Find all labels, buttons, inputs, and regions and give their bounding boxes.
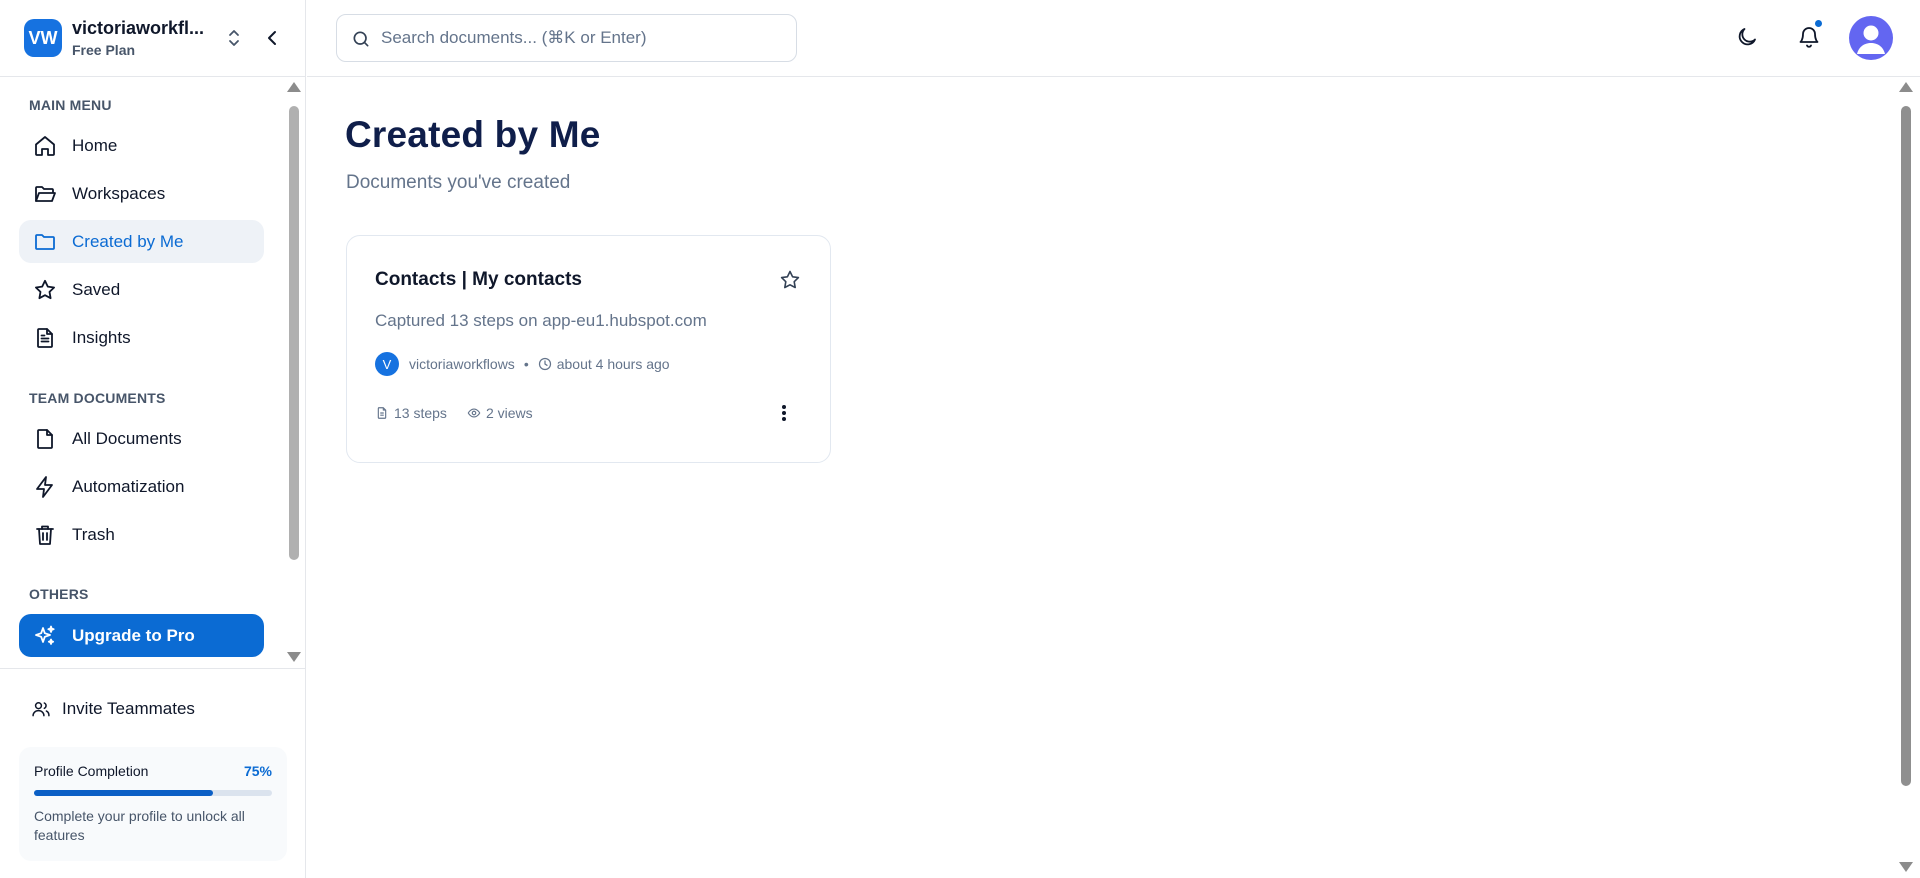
- sidebar-item-label: Workspaces: [72, 184, 166, 203]
- sparkles-icon: [35, 625, 55, 645]
- scroll-down-arrow[interactable]: [287, 652, 301, 662]
- sidebar-scrollbar[interactable]: [286, 82, 301, 664]
- scroll-up-arrow[interactable]: [1899, 82, 1913, 92]
- file-icon: [37, 429, 53, 449]
- moon-icon: [1738, 28, 1756, 46]
- sidebar-item-label: Saved: [72, 280, 121, 299]
- workspace-plan: Free Plan: [72, 42, 136, 58]
- chevrons-up-down-icon: [229, 30, 239, 46]
- page-title: Created by Me: [345, 114, 601, 155]
- search-icon: [353, 31, 369, 47]
- main-scrollbar[interactable]: [1898, 82, 1913, 878]
- search-box[interactable]: [336, 14, 797, 62]
- folder-icon: [35, 234, 55, 250]
- profile-completion-title: Profile Completion: [34, 763, 149, 779]
- section-label-main-menu: MAIN MENU: [29, 97, 112, 113]
- profile-progress-fill: [34, 790, 213, 796]
- chevron-left-icon: [268, 31, 276, 45]
- folder-open-icon: [35, 186, 56, 202]
- steps-count: 13 steps: [394, 405, 447, 421]
- sidebar-item-label: Created by Me: [72, 232, 184, 251]
- document-title[interactable]: Contacts | My contacts: [375, 269, 582, 291]
- sidebar-item-label: Automatization: [72, 477, 185, 496]
- home-icon: [35, 136, 55, 156]
- sidebar-item-label: Home: [72, 136, 118, 155]
- profile-completion-percent: 75%: [243, 763, 272, 779]
- scroll-down-arrow[interactable]: [1899, 862, 1913, 872]
- document-meta: V victoriaworkflows • about 4 hours ago: [375, 352, 670, 376]
- app: VW victoriaworkfl... Free Plan MAIN MENU…: [0, 0, 1920, 878]
- workspace-avatar[interactable]: VW: [24, 19, 62, 57]
- workspace-switcher-button[interactable]: [224, 26, 244, 50]
- notification-badge: [1814, 19, 1823, 28]
- document-card[interactable]: Contacts | My contacts Captured 13 steps…: [346, 235, 831, 463]
- sidebar: VW victoriaworkfl... Free Plan MAIN MENU…: [0, 0, 306, 878]
- save-document-button[interactable]: [778, 268, 802, 292]
- profile-progress-bar: [34, 790, 272, 796]
- author-name: victoriaworkflows: [409, 356, 515, 372]
- workspace-name[interactable]: victoriaworkfl...: [72, 18, 204, 39]
- author-avatar: V: [375, 352, 399, 376]
- document-more-button[interactable]: [774, 401, 794, 425]
- sidebar-nav: MAIN MENU Home Workspaces Created by Me …: [0, 78, 306, 668]
- zap-icon: [36, 476, 53, 498]
- star-icon: [35, 279, 55, 300]
- file-text-icon: [37, 328, 53, 348]
- sidebar-item-saved[interactable]: Saved: [19, 268, 264, 311]
- upgrade-to-pro-button[interactable]: Upgrade to Pro: [19, 614, 264, 657]
- scrollbar-thumb[interactable]: [1901, 106, 1911, 786]
- sidebar-item-all-documents[interactable]: All Documents: [19, 417, 264, 460]
- search-input[interactable]: [381, 15, 781, 61]
- sidebar-item-home[interactable]: Home: [19, 124, 264, 167]
- file-icon: [377, 407, 387, 419]
- sidebar-item-created-by-me[interactable]: Created by Me: [19, 220, 264, 263]
- scroll-up-arrow[interactable]: [287, 82, 301, 92]
- sidebar-item-automatization[interactable]: Automatization: [19, 465, 264, 508]
- section-label-others: OTHERS: [29, 586, 89, 602]
- sidebar-item-trash[interactable]: Trash: [19, 513, 264, 556]
- sidebar-item-label: All Documents: [72, 429, 182, 448]
- profile-completion-card[interactable]: Profile Completion 75% Complete your pro…: [19, 747, 287, 861]
- document-time: about 4 hours ago: [556, 356, 670, 372]
- user-icon: [1857, 25, 1885, 54]
- star-icon: [780, 270, 800, 289]
- section-label-team-documents: TEAM DOCUMENTS: [29, 390, 166, 406]
- views-count: 2 views: [485, 405, 533, 421]
- document-description: Captured 13 steps on app-eu1.hubspot.com: [375, 311, 707, 330]
- sidebar-item-insights[interactable]: Insights: [19, 316, 264, 359]
- bell-icon: [1799, 27, 1819, 48]
- sidebar-item-label: Insights: [72, 328, 131, 347]
- profile-completion-description: Complete your profile to unlock all feat…: [34, 808, 245, 843]
- scrollbar-thumb[interactable]: [289, 106, 299, 560]
- trash-icon: [36, 525, 54, 545]
- upgrade-label: Upgrade to Pro: [72, 626, 195, 645]
- user-avatar[interactable]: [1849, 16, 1893, 60]
- invite-label: Invite Teammates: [62, 699, 195, 718]
- document-stats: 13 steps 2 views: [375, 403, 533, 423]
- collapse-sidebar-button[interactable]: [262, 26, 284, 50]
- sidebar-item-workspaces[interactable]: Workspaces: [19, 172, 264, 215]
- meta-separator: •: [523, 356, 529, 372]
- theme-toggle-button[interactable]: [1731, 21, 1763, 53]
- workspace-header: VW victoriaworkfl... Free Plan: [0, 0, 306, 77]
- page-subtitle: Documents you've created: [346, 172, 571, 193]
- clock-icon: [538, 357, 551, 371]
- more-vertical-icon: [782, 405, 786, 421]
- topbar: [307, 0, 1920, 77]
- invite-teammates-button[interactable]: Invite Teammates: [19, 691, 264, 727]
- sidebar-item-label: Trash: [72, 525, 115, 544]
- eye-icon: [467, 408, 481, 418]
- users-icon: [32, 702, 50, 717]
- main-content: Created by Me Documents you've created C…: [307, 78, 1902, 878]
- notifications-button[interactable]: [1793, 19, 1825, 53]
- sidebar-footer: Invite Teammates Profile Completion 75% …: [0, 668, 306, 878]
